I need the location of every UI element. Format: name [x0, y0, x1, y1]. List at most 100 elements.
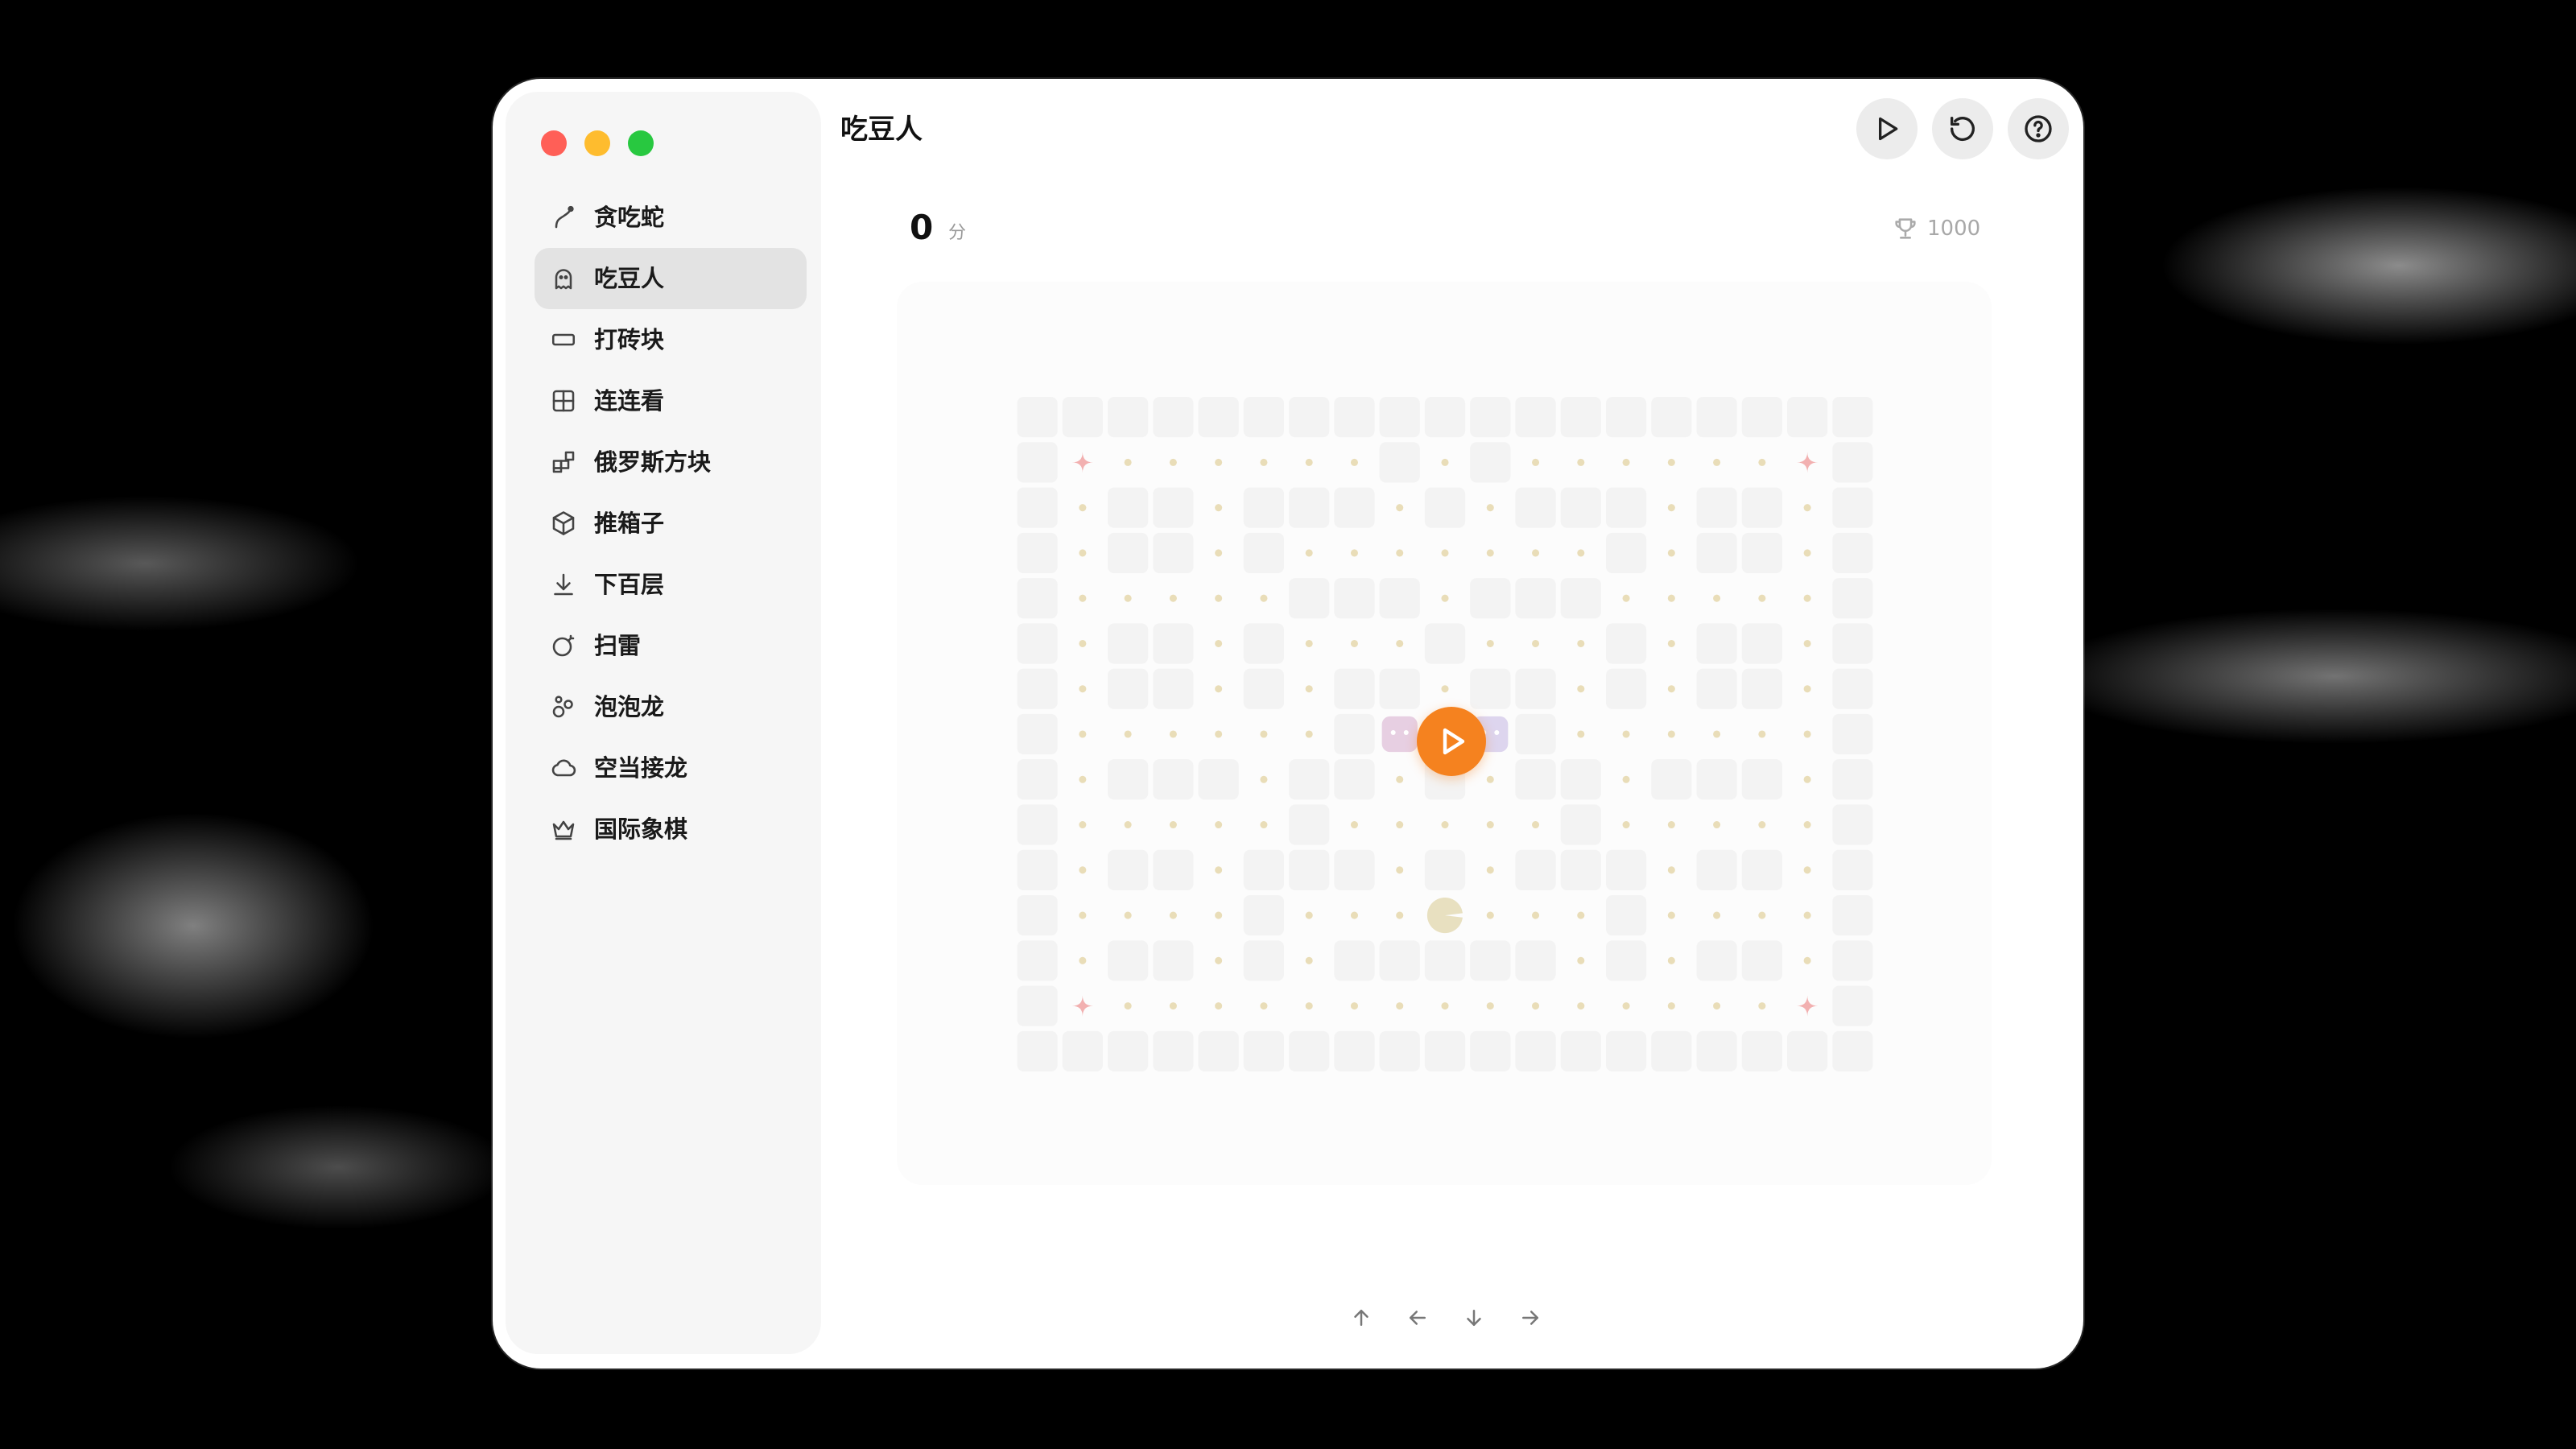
best-score: 1000 — [1892, 214, 1980, 243]
app-window: 贪吃蛇 吃豆人打砖块连连看 俄罗斯方块 推箱子下百层扫雷泡泡龙空当接龙 国际象棋 吃豆人… — [493, 79, 2083, 1368]
move-right-button[interactable] — [1512, 1299, 1549, 1336]
maze-wall — [1832, 532, 1873, 574]
sidebar: 贪吃蛇 吃豆人打砖块连连看 俄罗斯方块 推箱子下百层扫雷泡泡龙空当接龙 国际象棋 — [506, 92, 821, 1354]
maze-wall — [1515, 1030, 1556, 1071]
maze-wall — [1560, 487, 1601, 528]
pellet — [1079, 866, 1087, 874]
maze-wall — [1153, 668, 1194, 709]
maze-wall — [1334, 397, 1375, 438]
maze-wall — [1243, 849, 1285, 890]
sidebar-item[interactable]: 泡泡龙 — [535, 676, 807, 737]
maze-wall — [1741, 623, 1782, 664]
pellet — [1079, 821, 1087, 829]
pellet — [1079, 594, 1087, 602]
move-down-button[interactable] — [1455, 1299, 1492, 1336]
maze-wall — [1289, 578, 1330, 619]
maze-wall — [1017, 623, 1058, 664]
pellet — [1079, 685, 1087, 693]
pellet — [1486, 821, 1494, 829]
sidebar-item[interactable]: 扫雷 — [535, 615, 807, 676]
play-button[interactable] — [1856, 98, 1918, 159]
maze-wall — [1560, 849, 1601, 890]
sidebar-item[interactable]: 俄罗斯方块 — [535, 431, 807, 493]
maze-wall — [1017, 985, 1058, 1026]
maze-wall — [1515, 397, 1556, 438]
trophy-icon — [1895, 218, 1916, 239]
maze-wall — [1017, 578, 1058, 619]
maze-wall — [1108, 759, 1149, 800]
maze-wall — [1198, 759, 1239, 800]
pellet — [1532, 639, 1540, 647]
pellet — [1169, 594, 1177, 602]
pellet — [1124, 594, 1132, 602]
move-up-button[interactable] — [1343, 1299, 1380, 1336]
maze-wall — [1515, 487, 1556, 528]
maze-wall — [1289, 1030, 1330, 1071]
maze-wall — [1334, 487, 1375, 528]
move-left-button[interactable] — [1399, 1299, 1436, 1336]
pellet — [1124, 821, 1132, 829]
restart-button[interactable] — [1932, 98, 1993, 159]
maze-wall — [1243, 1030, 1285, 1071]
pellet — [1758, 1002, 1766, 1010]
pellet — [1713, 730, 1721, 738]
maze-wall — [1153, 623, 1194, 664]
pellet — [1713, 911, 1721, 919]
pellet — [1667, 594, 1675, 602]
pellet — [1532, 821, 1540, 829]
pellet — [1532, 911, 1540, 919]
maze-wall — [1832, 849, 1873, 890]
help-button[interactable] — [2008, 98, 2069, 159]
pellet — [1622, 730, 1630, 738]
pellet — [1622, 775, 1630, 783]
maze-wall — [1153, 940, 1194, 981]
pellet — [1577, 458, 1585, 466]
sidebar-item[interactable]: 空当接龙 — [535, 737, 807, 799]
minimize-window-button[interactable] — [584, 130, 610, 156]
pellet — [1622, 594, 1630, 602]
power-pellet — [1797, 995, 1818, 1017]
maze-wall — [1515, 759, 1556, 800]
maze-wall — [1289, 487, 1330, 528]
maze-wall — [1379, 668, 1420, 709]
pellet — [1758, 911, 1766, 919]
pellet — [1758, 730, 1766, 738]
pellet — [1486, 911, 1494, 919]
pellet — [1667, 549, 1675, 557]
maze-wall — [1424, 397, 1466, 438]
sidebar-item-label: 下百层 — [594, 571, 665, 598]
pellet — [1215, 730, 1223, 738]
maze-wall — [1289, 397, 1330, 438]
maze-wall — [1108, 940, 1149, 981]
pellet — [1350, 911, 1358, 919]
maze-wall — [1605, 487, 1647, 528]
pellet — [1622, 821, 1630, 829]
maze-wall — [1243, 397, 1285, 438]
close-window-button[interactable] — [541, 130, 567, 156]
maze-wall — [1832, 668, 1873, 709]
score-unit: 分 — [948, 223, 967, 243]
pellet — [1215, 866, 1223, 874]
sidebar-item-label: 扫雷 — [594, 632, 642, 659]
sidebar-item[interactable]: 国际象棋 — [535, 799, 807, 860]
pellet — [1486, 866, 1494, 874]
sidebar-item[interactable]: 吃豆人 — [535, 248, 807, 309]
maze-wall — [1696, 623, 1737, 664]
pellet — [1305, 639, 1313, 647]
pellet — [1260, 730, 1268, 738]
maze-wall — [1515, 578, 1556, 619]
sidebar-item[interactable]: 打砖块 — [535, 309, 807, 370]
maze-wall — [1560, 1030, 1601, 1071]
start-game-button[interactable] — [1417, 707, 1486, 776]
sidebar-item[interactable]: 推箱子 — [535, 493, 807, 554]
crown-icon — [549, 815, 578, 844]
sidebar-item[interactable]: 连连看 — [535, 370, 807, 431]
sidebar-item[interactable]: 贪吃蛇 — [535, 187, 807, 248]
maze-wall — [1243, 668, 1285, 709]
pellet — [1215, 1002, 1223, 1010]
maximize-window-button[interactable] — [628, 130, 654, 156]
sidebar-item-label: 打砖块 — [594, 326, 665, 353]
pellet — [1486, 549, 1494, 557]
sidebar-item[interactable]: 下百层 — [535, 554, 807, 615]
sidebar-item-label: 泡泡龙 — [594, 693, 665, 720]
